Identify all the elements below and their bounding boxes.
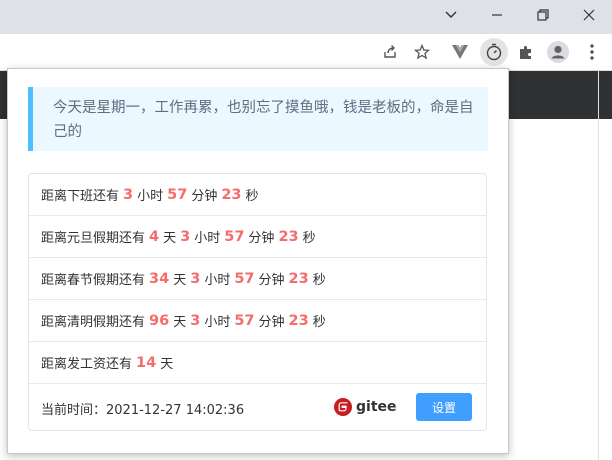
row-label: 距离下班还有	[41, 189, 120, 204]
bookmark-button[interactable]	[408, 38, 436, 66]
current-time-label: 当前时间：	[41, 403, 107, 418]
minutes-value: 57	[234, 312, 255, 329]
days-unit: 天	[163, 231, 177, 246]
countdown-row-spring-festival: 距离春节假期还有 34 天 3 小时 57 分钟 23 秒	[29, 258, 486, 300]
minimize-button[interactable]	[474, 0, 520, 30]
hours-unit: 小时	[204, 315, 231, 330]
popup-footer: 当前时间：2021-12-27 14:02:36 gitee 设置	[29, 384, 486, 430]
seconds-value: 23	[288, 270, 309, 287]
browser-menu-button[interactable]	[578, 38, 606, 66]
chevron-down-icon	[445, 11, 457, 18]
days-unit: 天	[173, 273, 187, 288]
countdown-row-new-year: 距离元旦假期还有 4天 3 小时 57 分钟 23 秒	[29, 216, 486, 258]
row-label: 距离发工资还有	[41, 357, 133, 372]
countdown-row-payday: 距离发工资还有 14 天	[29, 342, 486, 384]
seconds-unit: 秒	[245, 189, 259, 204]
close-icon	[583, 9, 595, 21]
hours-unit: 小时	[194, 231, 221, 246]
share-button[interactable]	[376, 38, 404, 66]
extension-popup: 今天是星期一，工作再累，也别忘了摸鱼哦，钱是老板的，命是自己的 距离下班还有 3…	[7, 68, 509, 454]
hours-value: 3	[180, 228, 191, 245]
kebab-menu-icon	[590, 44, 594, 60]
share-icon	[384, 45, 396, 58]
seconds-unit: 秒	[312, 315, 326, 330]
profile-icon	[547, 41, 569, 63]
close-button[interactable]	[566, 0, 612, 30]
settings-button[interactable]: 设置	[416, 393, 472, 421]
days-value: 4	[149, 228, 160, 245]
minimize-icon	[492, 14, 502, 16]
days-value: 96	[149, 312, 170, 329]
current-time: 当前时间：2021-12-27 14:02:36	[41, 399, 244, 418]
hours-unit: 小时	[137, 189, 164, 204]
vue-devtools-extension[interactable]	[446, 38, 474, 66]
current-time-value: 2021-12-27 14:02:36	[106, 403, 245, 418]
days-unit: 天	[173, 315, 187, 330]
gitee-label: gitee	[356, 399, 397, 415]
days-unit: 天	[160, 357, 174, 372]
puzzle-icon	[520, 46, 531, 59]
hours-value: 3	[123, 186, 134, 203]
countdown-card: 距离下班还有 3 小时 57 分钟 23 秒 距离元旦假期还有 4天 3 小时 57 分钟…	[28, 173, 487, 431]
browser-toolbar	[0, 34, 612, 71]
tab-search-button[interactable]	[428, 0, 474, 30]
seconds-value: 23	[278, 228, 299, 245]
timer-icon	[486, 43, 502, 61]
seconds-value: 23	[288, 312, 309, 329]
page-divider	[598, 71, 599, 460]
minutes-unit: 分钟	[258, 315, 285, 330]
browser-titlebar	[0, 0, 612, 34]
days-value: 34	[149, 270, 170, 287]
timer-extension[interactable]	[480, 38, 508, 66]
minutes-unit: 分钟	[191, 189, 218, 204]
minutes-value: 57	[167, 186, 188, 203]
vue-devtools-icon	[452, 45, 468, 59]
restore-icon	[537, 9, 549, 21]
row-label: 距离元旦假期还有	[41, 231, 146, 246]
hours-value: 3	[190, 312, 201, 329]
gitee-logo-icon	[334, 398, 352, 416]
minutes-value: 57	[234, 270, 255, 287]
hours-value: 3	[190, 270, 201, 287]
motto-quote: 今天是星期一，工作再累，也别忘了摸鱼哦，钱是老板的，命是自己的	[28, 87, 488, 151]
extensions-button[interactable]	[512, 38, 540, 66]
star-icon	[414, 44, 430, 60]
row-label: 距离春节假期还有	[41, 273, 146, 288]
gitee-link[interactable]: gitee	[334, 398, 397, 416]
minutes-value: 57	[224, 228, 245, 245]
seconds-value: 23	[221, 186, 242, 203]
seconds-unit: 秒	[312, 273, 326, 288]
seconds-unit: 秒	[302, 231, 316, 246]
minutes-unit: 分钟	[258, 273, 285, 288]
minutes-unit: 分钟	[248, 231, 275, 246]
hours-unit: 小时	[204, 273, 231, 288]
countdown-row-offwork: 距离下班还有 3 小时 57 分钟 23 秒	[29, 174, 486, 216]
row-label: 距离清明假期还有	[41, 315, 146, 330]
countdown-row-qingming: 距离清明假期还有 96 天 3 小时 57 分钟 23 秒	[29, 300, 486, 342]
restore-button[interactable]	[520, 0, 566, 30]
profile-button[interactable]	[544, 38, 572, 66]
days-value: 14	[136, 354, 157, 371]
